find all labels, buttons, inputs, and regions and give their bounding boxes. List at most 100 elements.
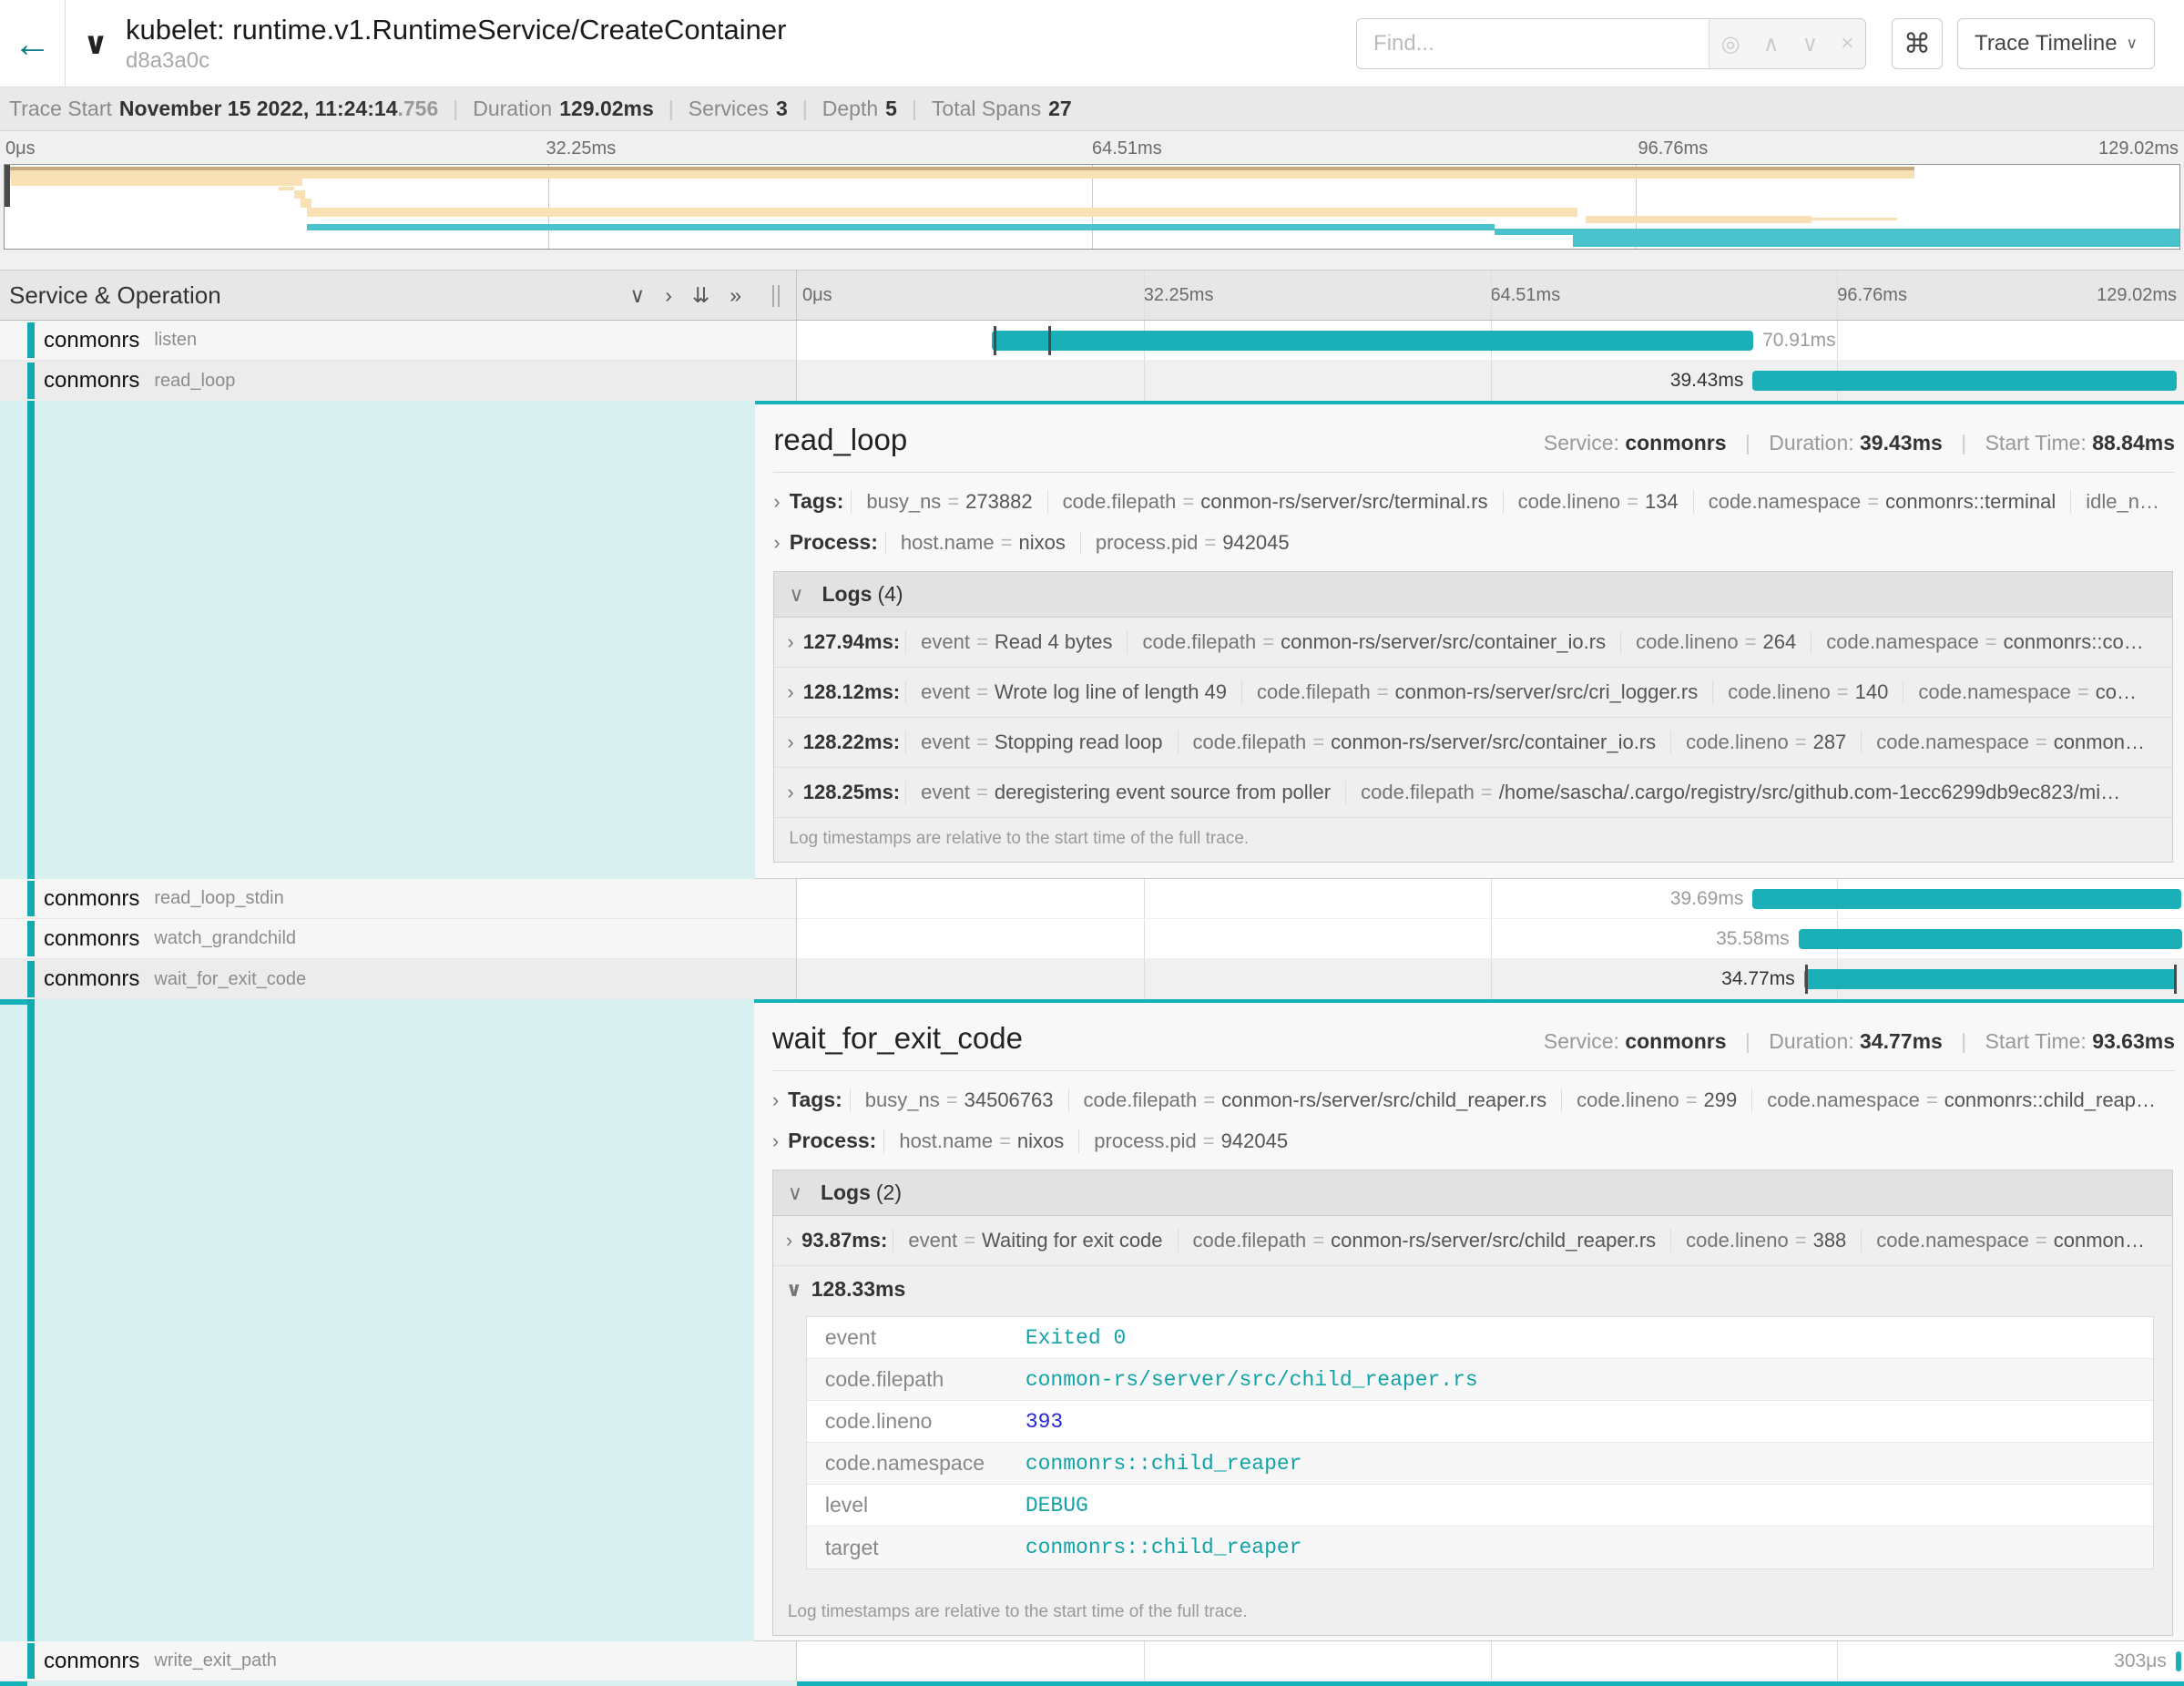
column-resizer-handle[interactable] bbox=[772, 285, 780, 307]
span-name-cell[interactable]: conmonrs write_exit_path bbox=[0, 1641, 797, 1681]
span-duration-bar[interactable] bbox=[992, 331, 1753, 351]
trace-start-label: Trace Start bbox=[9, 97, 112, 121]
log-field-value: 388 bbox=[1813, 1229, 1847, 1252]
tag-key: code.filepath bbox=[1084, 1088, 1198, 1111]
process-key: host.name bbox=[901, 531, 995, 554]
tag-value: 34506763 bbox=[964, 1088, 1054, 1111]
logs-header[interactable]: ∨Logs(4) bbox=[774, 572, 2172, 618]
tag-value: conmonrs::child_reap… bbox=[1944, 1088, 2156, 1111]
trace-header-collapse-icon[interactable]: ∨ bbox=[66, 26, 126, 62]
find-prev-icon[interactable]: ∧ bbox=[1763, 31, 1780, 57]
log-field-value: conmon… bbox=[2054, 731, 2145, 753]
span-bar-cell[interactable]: 39.69ms bbox=[797, 879, 2184, 919]
process-label: Process: bbox=[788, 1129, 876, 1153]
chevron-down-icon: ∨ bbox=[2127, 35, 2138, 53]
timeline-gridline bbox=[1144, 1641, 1145, 1681]
log-field-value: /home/sascha/.cargo/registry/src/github.… bbox=[1499, 781, 2120, 803]
collapse-one-icon[interactable]: ∨ bbox=[629, 283, 645, 308]
log-entry[interactable]: › 128.12ms: event=Wrote log line of leng… bbox=[774, 668, 2172, 718]
timeline-gridline bbox=[1144, 361, 1145, 401]
span-detail-meta: Service: conmonrs | Duration: 34.77ms | … bbox=[1544, 1029, 2175, 1054]
span-name-cell[interactable]: conmonrs wait_for_exit_code bbox=[0, 959, 797, 999]
timeline-gridline bbox=[1491, 1641, 1492, 1681]
view-selector-dropdown[interactable]: Trace Timeline ∨ bbox=[1957, 18, 2155, 69]
logs-section: ∨Logs(2) › 93.87ms: event=Waiting for ex… bbox=[772, 1170, 2173, 1636]
span-duration-bar[interactable] bbox=[1804, 969, 2178, 989]
span-duration-label: 39.43ms bbox=[1670, 370, 1744, 392]
logs-section: ∨Logs(4) › 127.94ms: event=Read 4 bytes … bbox=[773, 571, 2173, 863]
operation-name: wait_for_exit_code bbox=[154, 969, 306, 990]
span-duration-bar[interactable] bbox=[1799, 929, 2183, 949]
span-name-cell[interactable]: conmonrs watch_grandchild bbox=[0, 919, 797, 959]
log-entry[interactable]: › 127.94ms: event=Read 4 bytes code.file… bbox=[774, 618, 2172, 668]
span-duration-label: 70.91ms bbox=[1762, 330, 1836, 352]
find-next-icon[interactable]: ∨ bbox=[1802, 31, 1819, 57]
span-bar-cell[interactable]: 303μs bbox=[797, 1641, 2184, 1681]
axis-tick: 32.25ms bbox=[546, 138, 617, 159]
span-bar-cell[interactable]: 70.91ms bbox=[797, 321, 2184, 361]
log-field-value: Stopping read loop bbox=[995, 731, 1163, 753]
span-color-accent bbox=[27, 322, 35, 358]
service-value: conmonrs bbox=[1625, 431, 1726, 455]
find-input[interactable] bbox=[1357, 19, 1709, 68]
start-time-label: Start Time: bbox=[1985, 431, 2087, 455]
operation-name: write_exit_path bbox=[154, 1650, 277, 1671]
log-field-value: conmon-rs/server/src/child_reaper.rs bbox=[1331, 1229, 1656, 1252]
find-clear-icon[interactable]: × bbox=[1841, 31, 1853, 56]
span-name-cell[interactable]: conmonrs read_loop bbox=[0, 361, 797, 401]
span-color-accent bbox=[27, 881, 35, 916]
expand-one-icon[interactable]: › bbox=[665, 283, 672, 308]
span-bar-cell[interactable]: 39.43ms bbox=[797, 361, 2184, 401]
process-row[interactable]: › Process: host.name=nixos process.pid=9… bbox=[773, 530, 2175, 555]
log-field-key: event bbox=[908, 1229, 957, 1252]
keyboard-shortcuts-button[interactable]: ⌘ bbox=[1892, 18, 1943, 69]
chevron-down-icon: ∨ bbox=[788, 1181, 802, 1204]
span-duration-bar[interactable] bbox=[1752, 889, 2181, 909]
trace-id: d8a3a0c bbox=[126, 48, 786, 74]
tags-row[interactable]: › Tags: busy_ns=34506763 code.filepath=c… bbox=[772, 1088, 2175, 1112]
span-bar-cell[interactable]: 35.58ms bbox=[797, 919, 2184, 959]
span-duration-bar[interactable] bbox=[2176, 1651, 2181, 1671]
span-row-read-loop-stdin: conmonrs read_loop_stdin 39.69ms bbox=[0, 879, 2184, 919]
total-spans-value: 27 bbox=[1048, 97, 1072, 121]
minimap-range-handle[interactable] bbox=[5, 165, 10, 207]
span-grid-header: Service & Operation ∨ › ⇊ » 0μs 32.25ms … bbox=[0, 270, 2184, 321]
log-field-key: event bbox=[921, 680, 970, 703]
divider bbox=[772, 1070, 2175, 1071]
field-value: conmonrs::child_reaper bbox=[1026, 1452, 1302, 1476]
span-name-cell[interactable]: conmonrs read_loop_stdin bbox=[0, 879, 797, 919]
process-row[interactable]: › Process: host.name=nixos process.pid=9… bbox=[772, 1129, 2175, 1153]
timeline-gridline bbox=[1837, 1641, 1838, 1681]
log-field-key: code.lineno bbox=[1686, 731, 1789, 753]
span-color-accent bbox=[27, 961, 35, 997]
span-name-cell[interactable]: conmonrs listen bbox=[0, 321, 797, 361]
logs-count: (2) bbox=[876, 1180, 902, 1204]
field-key: level bbox=[807, 1493, 1026, 1517]
timeline-gridline bbox=[1144, 879, 1145, 918]
minimap[interactable] bbox=[4, 164, 2180, 250]
timeline-gridline bbox=[1144, 959, 1145, 999]
tag-key: idle_n… bbox=[2086, 490, 2159, 513]
chevron-right-icon: › bbox=[787, 731, 793, 754]
find-target-icon[interactable]: ◎ bbox=[1721, 31, 1740, 57]
log-entry[interactable]: › 128.22ms: event=Stopping read loop cod… bbox=[774, 718, 2172, 768]
back-button[interactable]: ← bbox=[0, 0, 66, 87]
span-duration-bar[interactable] bbox=[1752, 371, 2177, 391]
duration-value: 34.77ms bbox=[1860, 1029, 1943, 1053]
logs-header[interactable]: ∨Logs(2) bbox=[773, 1170, 2172, 1216]
command-icon: ⌘ bbox=[1903, 28, 1931, 60]
duration-label: Duration: bbox=[1769, 1029, 1853, 1053]
operation-name: listen bbox=[154, 330, 197, 351]
expand-all-icon[interactable]: » bbox=[730, 283, 741, 308]
log-entry[interactable]: › 128.25ms: event=deregistering event so… bbox=[774, 768, 2172, 818]
tags-row[interactable]: › Tags: busy_ns=273882 code.filepath=con… bbox=[773, 489, 2175, 514]
service-name: conmonrs bbox=[44, 926, 139, 952]
field-key: code.lineno bbox=[807, 1409, 1026, 1434]
log-entry[interactable]: › 93.87ms: event=Waiting for exit code c… bbox=[773, 1216, 2172, 1266]
axis-tick: 32.25ms bbox=[1144, 285, 1214, 306]
span-bar-cell[interactable]: 34.77ms bbox=[797, 959, 2184, 999]
tag-value: 134 bbox=[1645, 490, 1679, 513]
collapse-all-icon[interactable]: ⇊ bbox=[692, 283, 709, 308]
log-marker-tick bbox=[1805, 965, 1808, 994]
expanded-log-header[interactable]: ∨ 128.33ms bbox=[773, 1266, 2172, 1313]
